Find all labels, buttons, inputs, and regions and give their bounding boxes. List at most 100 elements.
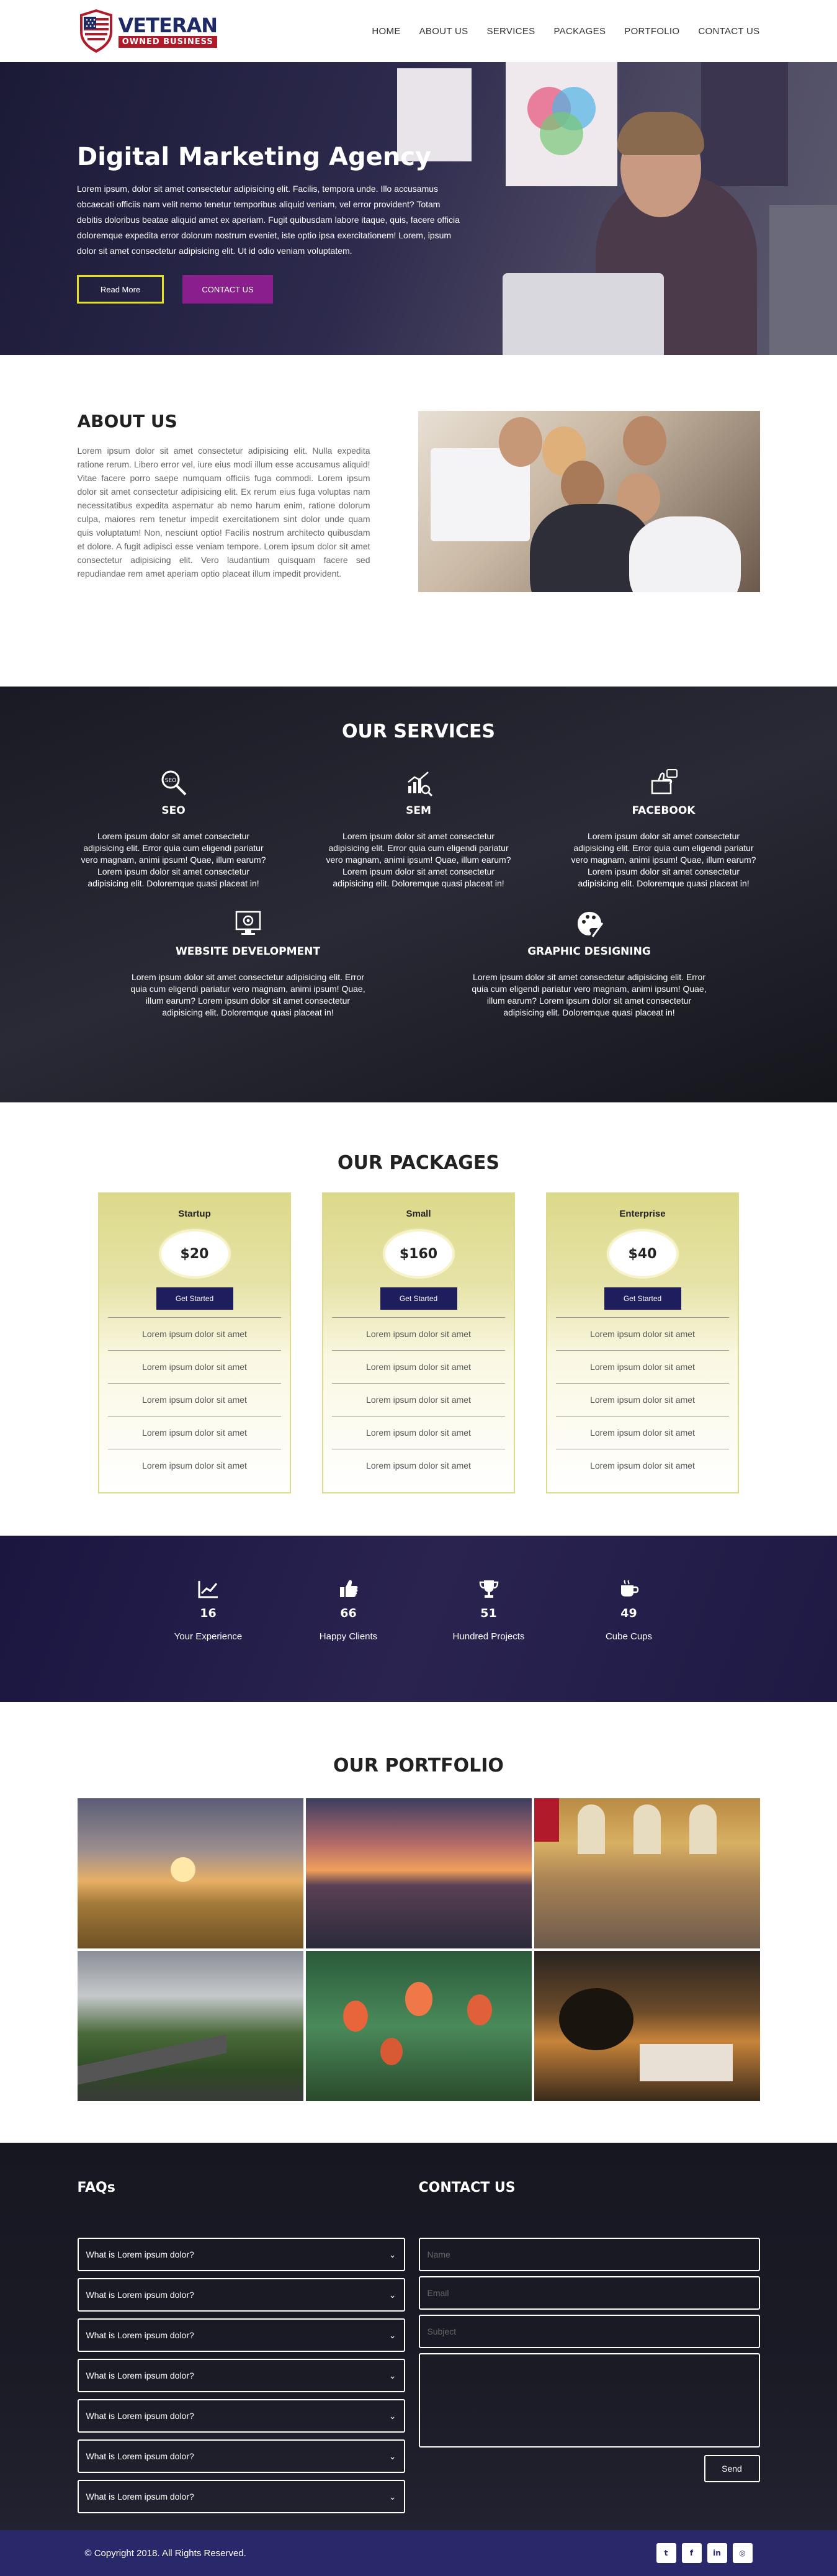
faq-question: What is Lorem ipsum dolor?	[86, 2411, 194, 2421]
counter-value: 49	[620, 1606, 637, 1620]
hero-title: Digital Marketing Agency	[77, 143, 432, 171]
get-started-button[interactable]: Get Started	[380, 1287, 457, 1310]
main-nav: HOME ABOUT US SERVICES PACKAGES PORTFOLI…	[372, 26, 759, 37]
service-title: GRAPHIC DESIGNING	[527, 945, 651, 958]
name-field[interactable]: Name	[418, 2238, 760, 2271]
logo[interactable]: VETERAN OWNED BUSINESS	[78, 8, 218, 54]
about-section: ABOUT US Lorem ipsum dolor sit amet cons…	[0, 355, 837, 687]
about-team-image	[418, 411, 760, 592]
nav-services[interactable]: SERVICES	[486, 26, 535, 37]
packages-title: OUR PACKAGES	[337, 1152, 500, 1174]
counter-label: Your Experience	[174, 1631, 243, 1642]
facebook-like-icon	[648, 767, 679, 798]
image-person	[560, 461, 604, 510]
faq-item[interactable]: What is Lorem ipsum dolor? ⌄	[77, 2238, 405, 2271]
service-website-development: WEBSITE DEVELOPMENT Lorem ipsum dolor si…	[130, 908, 366, 1019]
about-title: ABOUT US	[77, 411, 177, 431]
navbar: VETERAN OWNED BUSINESS HOME ABOUT US SER…	[0, 0, 837, 62]
package-feature: Lorem ipsum dolor sit amet	[556, 1350, 729, 1383]
package-feature: Lorem ipsum dolor sit amet	[332, 1416, 505, 1449]
chevron-down-icon: ⌄	[388, 2289, 396, 2300]
counter-value: 51	[480, 1606, 497, 1620]
package-price: $40	[606, 1229, 679, 1279]
copyright-text: © Copyright 2018. All Rights Reserved.	[84, 2547, 246, 2559]
social-links: t f in ◎	[656, 2543, 753, 2563]
portfolio-image-train-station[interactable]	[534, 1798, 760, 1948]
services-title: OUR SERVICES	[341, 721, 496, 742]
linkedin-icon[interactable]: in	[707, 2543, 727, 2563]
package-feature: Lorem ipsum dolor sit amet	[108, 1449, 281, 1482]
portfolio-image-sunset-field[interactable]	[77, 1798, 303, 1948]
portfolio-image-sunset-sea[interactable]	[305, 1798, 532, 1948]
faq-item[interactable]: What is Lorem ipsum dolor? ⌄	[77, 2318, 405, 2352]
service-text: Lorem ipsum dolor sit amet consectetur a…	[326, 831, 511, 888]
package-feature: Lorem ipsum dolor sit amet	[556, 1317, 729, 1350]
package-feature: Lorem ipsum dolor sit amet	[108, 1383, 281, 1416]
counter-value: 66	[340, 1606, 357, 1620]
hero-contact-button[interactable]: CONTACT US	[182, 275, 273, 304]
seo-search-icon: SEO	[158, 767, 189, 798]
hero-person-hair	[617, 112, 704, 155]
portfolio-image-mountain-road[interactable]	[77, 1951, 303, 2101]
package-feature: Lorem ipsum dolor sit amet	[108, 1317, 281, 1350]
faq-title: FAQs	[77, 2180, 115, 2195]
chevron-down-icon: ⌄	[388, 2451, 396, 2461]
instagram-icon[interactable]: ◎	[732, 2543, 753, 2563]
hero-section: Digital Marketing Agency Lorem ipsum, do…	[0, 62, 837, 355]
get-started-button[interactable]: Get Started	[156, 1287, 233, 1310]
counter-cups: 49 Cube Cups	[559, 1578, 699, 1642]
service-text: Lorem ipsum dolor sit amet consectetur a…	[81, 831, 266, 888]
subject-field[interactable]: Subject	[418, 2315, 760, 2348]
package-feature: Lorem ipsum dolor sit amet	[332, 1350, 505, 1383]
service-text: Lorem ipsum dolor sit amet consectetur a…	[472, 972, 707, 1017]
svg-text:SEO: SEO	[164, 778, 176, 784]
portfolio-image-tulips[interactable]	[305, 1951, 532, 2101]
portfolio-title: OUR PORTFOLIO	[333, 1755, 504, 1777]
monitor-gear-icon	[233, 908, 264, 939]
faq-item[interactable]: What is Lorem ipsum dolor? ⌄	[77, 2278, 405, 2312]
message-field[interactable]	[418, 2353, 760, 2448]
read-more-button[interactable]: Read More	[77, 275, 164, 304]
faq-question: What is Lorem ipsum dolor?	[86, 2492, 194, 2502]
faq-item[interactable]: What is Lorem ipsum dolor? ⌄	[77, 2439, 405, 2473]
hero-laptop	[503, 273, 664, 355]
hero-bg-monitor	[769, 205, 837, 355]
package-card-small: Small $160 Get Started Lorem ipsum dolor si…	[322, 1192, 515, 1493]
nav-about-us[interactable]: ABOUT US	[419, 26, 468, 37]
faq-question: What is Lorem ipsum dolor?	[86, 2330, 194, 2340]
chevron-down-icon: ⌄	[388, 2330, 396, 2340]
twitter-icon[interactable]: t	[656, 2543, 676, 2563]
nav-packages[interactable]: PACKAGES	[553, 26, 606, 37]
about-text: Lorem ipsum dolor sit amet consectetur a…	[77, 446, 370, 579]
faq-column: FAQs What is Lorem ipsum dolor? ⌄ What is …	[77, 2180, 405, 2520]
faq-item[interactable]: What is Lorem ipsum dolor? ⌄	[77, 2399, 405, 2433]
service-text: Lorem ipsum dolor sit amet consectetur a…	[571, 831, 756, 888]
email-field[interactable]: Email	[418, 2276, 760, 2310]
package-feature: Lorem ipsum dolor sit amet	[556, 1383, 729, 1416]
faq-item[interactable]: What is Lorem ipsum dolor? ⌄	[77, 2480, 405, 2513]
coffee-cup-icon	[559, 1578, 699, 1600]
packages-section: OUR PACKAGES Startup $20 Get Started Lorem …	[0, 1102, 837, 1536]
get-started-button[interactable]: Get Started	[604, 1287, 681, 1310]
package-feature: Lorem ipsum dolor sit amet	[556, 1449, 729, 1482]
service-seo: SEO SEO Lorem ipsum dolor sit amet conse…	[78, 767, 270, 889]
portfolio-image-night-house[interactable]	[534, 1951, 760, 2101]
faq-item[interactable]: What is Lorem ipsum dolor? ⌄	[77, 2359, 405, 2392]
portfolio-section: OUR PORTFOLIO	[0, 1702, 837, 2143]
chevron-down-icon: ⌄	[388, 2410, 396, 2421]
nav-home[interactable]: HOME	[372, 26, 400, 37]
package-feature: Lorem ipsum dolor sit amet	[108, 1350, 281, 1383]
trophy-icon	[419, 1578, 559, 1600]
counter-label: Happy Clients	[319, 1631, 378, 1642]
package-name: Enterprise	[619, 1209, 666, 1219]
facebook-icon[interactable]: f	[681, 2543, 702, 2563]
nav-contact-us[interactable]: CONTACT US	[698, 26, 759, 37]
package-feature: Lorem ipsum dolor sit amet	[108, 1416, 281, 1449]
send-button[interactable]: Send	[704, 2455, 760, 2482]
footer: © Copyright 2018. All Rights Reserved. t…	[0, 2530, 837, 2576]
contact-title: CONTACT US	[418, 2180, 516, 2195]
counter-label: Hundred Projects	[452, 1631, 525, 1642]
chevron-down-icon: ⌄	[388, 2249, 396, 2259]
nav-portfolio[interactable]: PORTFOLIO	[624, 26, 679, 37]
package-name: Small	[406, 1209, 431, 1219]
